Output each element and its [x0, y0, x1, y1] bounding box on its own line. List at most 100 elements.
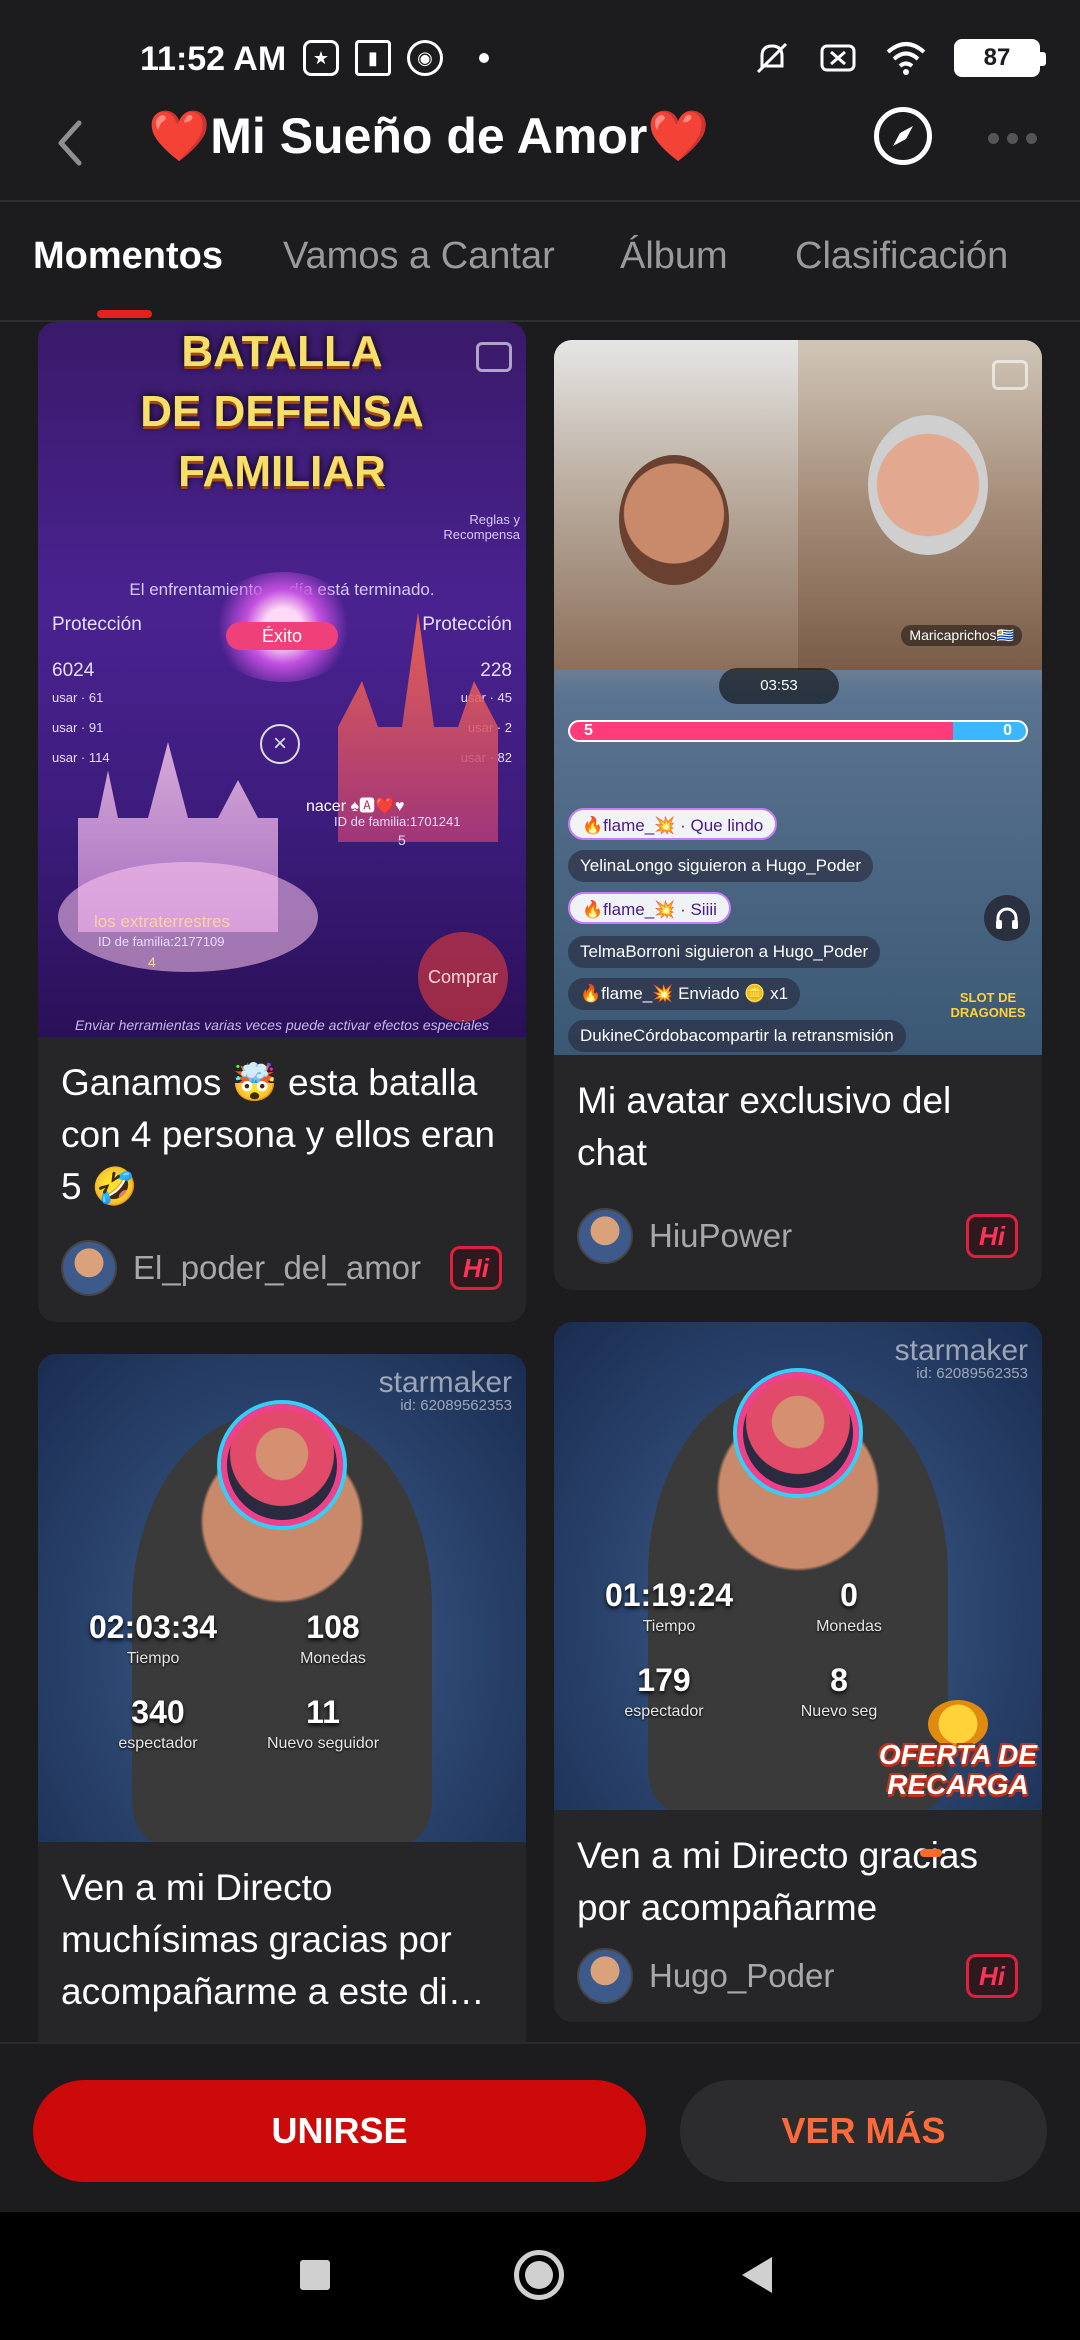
- status-icons-left: ★ ▮ ◉: [303, 40, 489, 76]
- avatar[interactable]: [577, 1208, 633, 1264]
- hi-button[interactable]: Hi: [966, 1954, 1018, 1998]
- battle-screenshot[interactable]: BATALLA DE DEFENSA FAMILIAR Reglas y Rec…: [38, 322, 526, 1037]
- hi-button[interactable]: Hi: [450, 1246, 502, 1290]
- author-row[interactable]: HiuPower: [577, 1208, 792, 1264]
- starmaker-watermark: starmaker id: 62089562353: [378, 1366, 512, 1414]
- wifi-icon: [886, 42, 926, 75]
- tab-album[interactable]: Álbum: [620, 235, 728, 278]
- tab-active-indicator: [97, 310, 152, 318]
- stream-time-label: Tiempo: [126, 1650, 180, 1667]
- tab-clasificacion[interactable]: Clasificación: [795, 235, 1008, 278]
- battle-title: BATALLA DE DEFENSA FAMILIAR: [140, 327, 424, 496]
- live-screenshot[interactable]: Maricaprichos🇺🇾 03:53 5 0 🔥flame_💥 · Que…: [554, 340, 1042, 1055]
- battle-footer-text: Enviar herramientas varias veces puede a…: [75, 1017, 489, 1033]
- left-use-2: usar · 91: [52, 720, 104, 735]
- tab-bar: Momentos Vamos a Cantar Álbum Clasificac…: [0, 235, 1080, 320]
- stream-viewers: 340: [131, 1694, 185, 1730]
- dot-icon: [479, 53, 489, 63]
- pk-score-bar: 5 0: [568, 720, 1028, 742]
- hi-button[interactable]: Hi: [966, 1214, 1018, 1258]
- left-use-1: usar · 61: [52, 690, 104, 705]
- author-row[interactable]: Hugo_Poder: [577, 1948, 834, 2004]
- guest-name-tag: Maricaprichos🇺🇾: [901, 625, 1022, 646]
- trash-icon: ▮: [355, 40, 391, 76]
- bottom-action-bar: UNIRSE VER MÁS: [0, 2042, 1080, 2212]
- star-box-icon: ★: [303, 40, 339, 76]
- moment-card-stream[interactable]: starmaker id: 62089562353 01:19:24 Tiempo…: [554, 1322, 1042, 2022]
- bell-off-icon: [756, 42, 788, 74]
- author-row[interactable]: El_poder_del_amor: [61, 1240, 421, 1296]
- system-nav-bar: [0, 2212, 1080, 2340]
- tab-vamos-a-cantar[interactable]: Vamos a Cantar: [283, 235, 555, 278]
- chat-message: 🔥flame_💥 · Siiii: [568, 892, 731, 924]
- pk-timer: 03:53: [719, 668, 839, 704]
- starmaker-watermark: starmaker id: 62089562353: [894, 1334, 1028, 1382]
- chat-message: 🔥flame_💥 Enviado 🪙 x1: [568, 978, 801, 1010]
- status-time: 11:52 AM: [140, 40, 287, 78]
- left-use-3: usar · 114: [52, 750, 110, 765]
- battery-icon: 87: [954, 39, 1046, 77]
- stream-viewers: 179: [637, 1662, 691, 1698]
- more-options-icon[interactable]: [988, 133, 1037, 144]
- tab-momentos[interactable]: Momentos: [33, 235, 223, 278]
- right-members: 5: [398, 832, 406, 848]
- promo-pager-dot: [920, 1849, 942, 1857]
- streamer-avatar-ring: [221, 1404, 343, 1526]
- stream-followers-label: Nuevo seguidor: [266, 1735, 380, 1752]
- author-name[interactable]: HiuPower: [649, 1217, 792, 1255]
- close-icon: ×: [260, 724, 300, 764]
- left-family-id: ID de familia:2177109: [98, 934, 225, 949]
- moment-caption: Ven a mi Directo muchísimas gracias por …: [61, 1867, 485, 2012]
- buy-button: Comprar: [418, 932, 508, 1022]
- home-icon[interactable]: [514, 2250, 564, 2300]
- stream-coins: 0: [840, 1577, 858, 1613]
- left-protection-label: Protección: [52, 614, 142, 635]
- author-name[interactable]: El_poder_del_amor: [133, 1249, 421, 1287]
- rewards-link: Reglas y Recompensa: [443, 512, 520, 542]
- moment-caption: Ven a mi Directo gracias por acompañarme: [577, 1835, 979, 1928]
- stream-followers: 8: [830, 1662, 848, 1698]
- stream-time-label: Tiempo: [642, 1618, 696, 1635]
- moment-card-live[interactable]: Maricaprichos🇺🇾 03:53 5 0 🔥flame_💥 · Que…: [554, 340, 1042, 1290]
- stream-coins-label: Monedas: [300, 1650, 366, 1667]
- moment-card-stream[interactable]: starmaker id: 62089562353 02:03:34 Tiempo…: [38, 1354, 526, 2042]
- streamer-avatar-ring: [737, 1372, 859, 1494]
- chat-message: YelinaLongo siguieron a Hugo_Poder: [568, 850, 874, 882]
- left-family-name: los extraterrestres: [94, 912, 231, 931]
- gallery-icon: [476, 342, 512, 372]
- left-protection-value: 6024: [52, 660, 95, 681]
- stream-time: 02:03:34: [88, 1609, 218, 1645]
- header-divider: [0, 200, 1080, 202]
- headset-icon: [984, 895, 1030, 941]
- stream-summary-image[interactable]: starmaker id: 62089562353 02:03:34 Tiempo…: [38, 1354, 526, 1842]
- left-members: 4: [148, 954, 156, 970]
- author-name[interactable]: Hugo_Poder: [649, 1957, 834, 1995]
- chat-message: TelmaBorroni siguieron a Hugo_Poder: [568, 936, 881, 968]
- right-family-id: ID de familia:1701241: [334, 814, 461, 829]
- back-arrow-icon[interactable]: [45, 113, 105, 173]
- compass-icon[interactable]: [874, 107, 932, 165]
- stream-viewers-label: espectador: [624, 1703, 704, 1720]
- app-header: ❤️Mi Sueño de Amor❤️: [0, 95, 1080, 200]
- right-protection-label: Protección: [422, 614, 512, 635]
- back-icon[interactable]: [742, 2257, 772, 2293]
- moment-card-battle[interactable]: BATALLA DE DEFENSA FAMILIAR Reglas y Rec…: [38, 322, 526, 1322]
- avatar[interactable]: [61, 1240, 117, 1296]
- chat-message: 🔥flame_💥 · Que lindo: [568, 808, 778, 840]
- recharge-offer-badge[interactable]: OFERTA DE RECARGA: [858, 1700, 1058, 1810]
- host-video: [554, 340, 798, 670]
- stream-time: 01:19:24: [604, 1577, 734, 1613]
- see-more-button[interactable]: VER MÁS: [680, 2080, 1047, 2182]
- avatar[interactable]: [577, 1948, 633, 2004]
- gallery-icon: [992, 360, 1028, 390]
- chrome-icon: ◉: [407, 40, 443, 76]
- right-protection-value: 228: [480, 660, 512, 681]
- recents-icon[interactable]: [300, 2260, 330, 2290]
- moment-caption: Mi avatar exclusivo del chat: [577, 1080, 952, 1173]
- stream-viewers-label: espectador: [118, 1735, 198, 1752]
- moment-caption: Ganamos 🤯 esta batalla con 4 persona y e…: [61, 1062, 495, 1207]
- close-box-icon: [820, 44, 856, 72]
- stream-followers: 11: [306, 1694, 340, 1730]
- stream-coins-label: Monedas: [816, 1618, 882, 1635]
- join-button[interactable]: UNIRSE: [33, 2080, 646, 2182]
